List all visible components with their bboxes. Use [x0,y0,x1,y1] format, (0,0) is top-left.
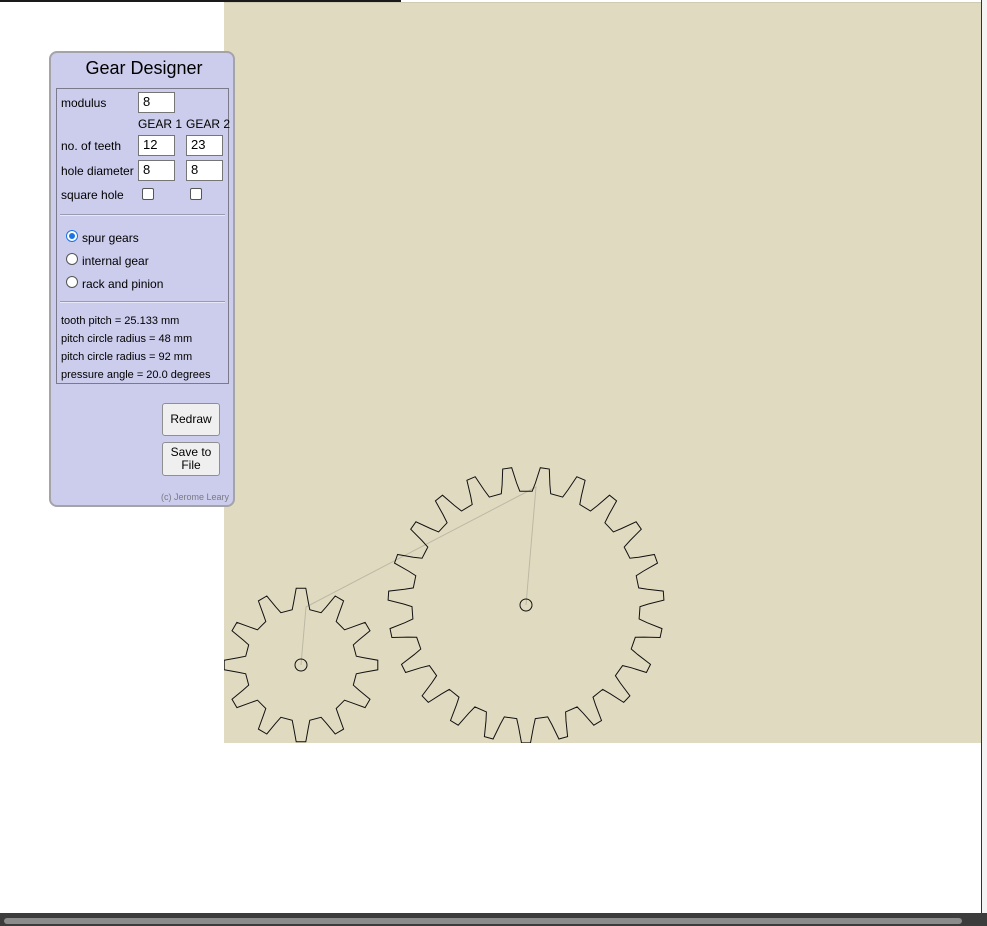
pitch-radius-gear2-text: pitch circle radius = 92 mm [61,351,193,363]
modulus-input[interactable]: 8 [138,92,175,113]
panel-title: Gear Designer [85,58,203,78]
hole-gear2-input[interactable]: 8 [186,160,223,181]
teeth-gear1-input[interactable]: 12 [138,135,175,156]
hole-diameter-label: hole diameter [61,164,134,178]
credit-text: (c) Jerome Leary [160,492,229,502]
save-to-file-button[interactable]: Save to File [162,442,220,476]
redraw-button[interactable]: Redraw [162,403,220,436]
scrollbar-thumb[interactable] [4,918,962,924]
gear-designer-panel: Gear Designer modulus 8 GEAR 1 GEAR 2 no… [49,51,235,507]
spur-gears-radio[interactable] [66,230,78,242]
square-hole-gear2-checkbox[interactable] [190,188,202,200]
separator [60,214,225,216]
gear-canvas[interactable] [224,2,981,743]
gear1-header: GEAR 1 [138,117,183,131]
separator [60,301,225,303]
internal-gear-radio[interactable] [66,253,78,265]
pressure-angle-text: pressure angle = 20.0 degrees [61,369,211,381]
rack-and-pinion-label: rack and pinion [82,277,164,291]
window-right-edge [981,0,987,926]
construction-line [300,486,537,666]
teeth-label: no. of teeth [61,139,122,153]
hole-gear1-input[interactable]: 8 [138,160,175,181]
spur-gears-label: spur gears [82,231,139,245]
teeth-gear2-input[interactable]: 23 [186,135,223,156]
tooth-pitch-text: tooth pitch = 25.133 mm [61,315,180,327]
internal-gear-label: internal gear [82,254,149,268]
gear2-header: GEAR 2 [186,117,231,131]
gear-2-outline [387,467,665,743]
pitch-radius-gear1-text: pitch circle radius = 48 mm [61,333,193,345]
gear-drawing [224,467,665,743]
modulus-label: modulus [61,96,107,110]
square-hole-label: square hole [61,188,124,202]
settings-box: modulus 8 GEAR 1 GEAR 2 no. of teeth 12 … [56,88,231,384]
rack-and-pinion-radio[interactable] [66,276,78,288]
square-hole-gear1-checkbox[interactable] [142,188,154,200]
